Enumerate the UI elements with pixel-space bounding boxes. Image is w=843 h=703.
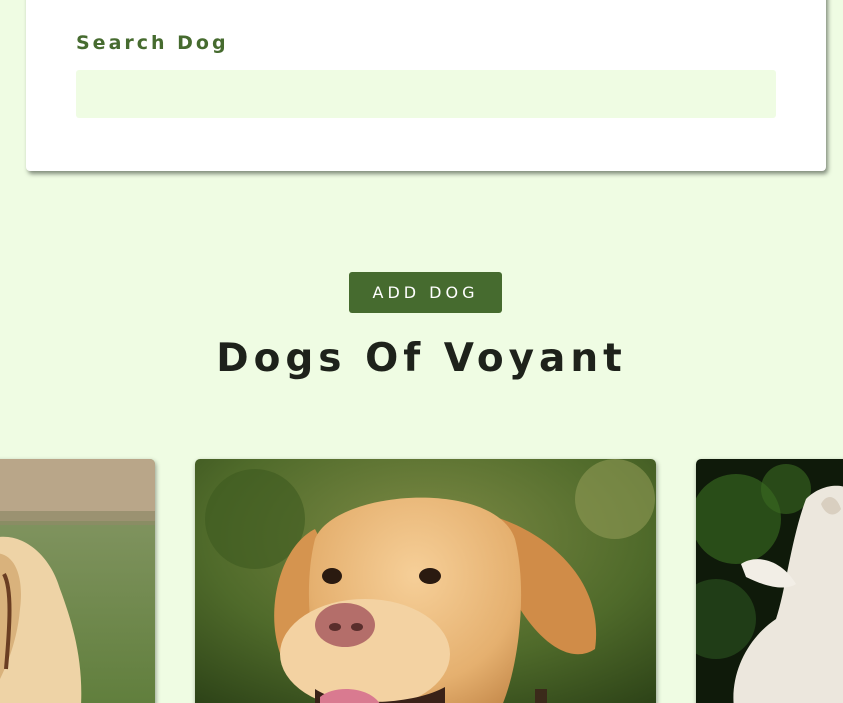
dog-photo-white-terrier-icon [696,459,843,703]
page: Search Dog ADD DOG Dogs Of Voyant [0,0,843,703]
dog-card[interactable] [696,459,843,703]
search-card: Search Dog [26,0,826,171]
dog-card[interactable] [195,459,656,703]
dog-card[interactable] [0,459,155,703]
add-dog-button[interactable]: ADD DOG [349,272,502,313]
dog-photo-golden-labrador-icon [195,459,656,703]
dog-photo-labrador-grass-icon [0,459,155,703]
search-label: Search Dog [76,32,229,54]
page-title: Dogs Of Voyant [216,336,627,381]
search-input[interactable] [76,70,776,118]
